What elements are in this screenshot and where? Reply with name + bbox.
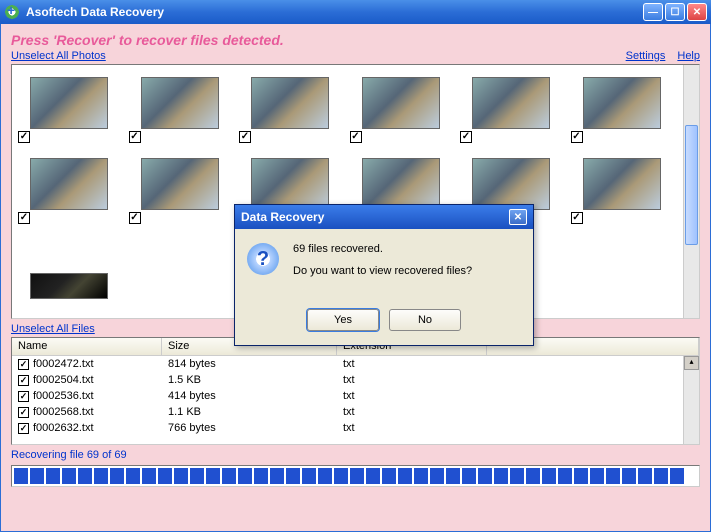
question-icon: ?: [247, 243, 279, 275]
file-checkbox[interactable]: [18, 359, 29, 370]
file-name: f0002472.txt: [33, 358, 94, 370]
file-size: 766 bytes: [162, 422, 337, 434]
unselect-all-photos-link[interactable]: Unselect All Photos: [11, 50, 106, 62]
file-ext: txt: [337, 390, 487, 402]
unselect-all-files-link[interactable]: Unselect All Files: [11, 323, 95, 335]
photo-checkbox[interactable]: [18, 131, 30, 143]
app-icon: [4, 4, 20, 20]
file-checkbox[interactable]: [18, 391, 29, 402]
app-title: Asoftech Data Recovery: [26, 5, 643, 19]
help-link[interactable]: Help: [677, 50, 700, 62]
dialog-titlebar: Data Recovery ✕: [235, 205, 533, 229]
file-row[interactable]: f0002504.txt 1.5 KB txt: [12, 372, 699, 388]
photo-thumbnail: [30, 158, 108, 210]
photo-thumbnail: [141, 77, 219, 129]
file-row[interactable]: f0002536.txt 414 bytes txt: [12, 388, 699, 404]
titlebar: Asoftech Data Recovery — ☐ ✕: [0, 0, 711, 24]
file-checkbox[interactable]: [18, 423, 29, 434]
file-ext: txt: [337, 374, 487, 386]
photo-item[interactable]: [460, 71, 567, 149]
window-controls: — ☐ ✕: [643, 3, 707, 21]
dialog-messages: 69 files recovered. Do you want to view …: [293, 243, 472, 287]
dialog-message-2: Do you want to view recovered files?: [293, 265, 472, 277]
close-button[interactable]: ✕: [687, 3, 707, 21]
photo-thumbnail: [30, 273, 108, 299]
file-checkbox[interactable]: [18, 407, 29, 418]
file-ext: txt: [337, 358, 487, 370]
file-size: 1.5 KB: [162, 374, 337, 386]
photo-item[interactable]: [129, 71, 236, 149]
photo-item[interactable]: [571, 71, 678, 149]
column-name[interactable]: Name: [12, 338, 162, 355]
progress-label: Recovering file 69 of 69: [11, 449, 700, 461]
file-name: f0002536.txt: [33, 390, 94, 402]
file-name: f0002568.txt: [33, 406, 94, 418]
files-body: f0002472.txt 814 bytes txt f0002504.txt …: [12, 356, 699, 444]
photo-thumbnail: [362, 77, 440, 129]
minimize-button[interactable]: —: [643, 3, 663, 21]
no-button[interactable]: No: [389, 309, 461, 331]
photo-scrollbar[interactable]: [683, 65, 699, 318]
file-row[interactable]: f0002632.txt 766 bytes txt: [12, 420, 699, 436]
photo-thumbnail: [251, 158, 329, 210]
photo-thumbnail: [583, 158, 661, 210]
photo-checkbox[interactable]: [129, 131, 141, 143]
file-checkbox[interactable]: [18, 375, 29, 386]
files-panel: Name Size Extension f0002472.txt 814 byt…: [11, 337, 700, 445]
photo-checkbox[interactable]: [18, 212, 30, 224]
file-row[interactable]: f0002472.txt 814 bytes txt: [12, 356, 699, 372]
photo-item[interactable]: [571, 153, 678, 231]
photo-thumbnail: [472, 77, 550, 129]
photo-item[interactable]: [18, 71, 125, 149]
settings-link[interactable]: Settings: [626, 50, 666, 62]
photo-checkbox[interactable]: [571, 212, 583, 224]
file-ext: txt: [337, 422, 487, 434]
top-links: Unselect All Photos Settings Help: [11, 50, 700, 62]
dialog-body: ? 69 files recovered. Do you want to vie…: [235, 229, 533, 301]
photo-thumbnail: [30, 77, 108, 129]
files-scrollbar[interactable]: ▴: [683, 356, 699, 444]
file-ext: txt: [337, 406, 487, 418]
photo-item[interactable]: [129, 153, 236, 231]
file-size: 414 bytes: [162, 390, 337, 402]
progress-bar: [11, 465, 700, 487]
photo-checkbox[interactable]: [460, 131, 472, 143]
photo-checkbox[interactable]: [571, 131, 583, 143]
file-name: f0002632.txt: [33, 422, 94, 434]
photo-checkbox[interactable]: [350, 131, 362, 143]
dialog-buttons: Yes No: [235, 301, 533, 345]
photo-thumbnail: [362, 158, 440, 210]
file-size: 1.1 KB: [162, 406, 337, 418]
photo-item[interactable]: [239, 71, 346, 149]
photo-thumbnail: [141, 158, 219, 210]
photo-item[interactable]: [18, 153, 125, 231]
yes-button[interactable]: Yes: [307, 309, 379, 331]
photo-checkbox[interactable]: [239, 131, 251, 143]
photo-thumbnail: [472, 158, 550, 210]
photo-checkbox[interactable]: [129, 212, 141, 224]
scrollbar-thumb[interactable]: [685, 125, 698, 245]
dialog-data-recovery: Data Recovery ✕ ? 69 files recovered. Do…: [234, 204, 534, 346]
scroll-up-icon[interactable]: ▴: [684, 356, 699, 370]
maximize-button[interactable]: ☐: [665, 3, 685, 21]
photo-thumbnail: [583, 77, 661, 129]
file-row[interactable]: f0002568.txt 1.1 KB txt: [12, 404, 699, 420]
instruction-text: Press 'Recover' to recover files detecte…: [11, 32, 700, 48]
photo-item[interactable]: [18, 234, 125, 312]
file-size: 814 bytes: [162, 358, 337, 370]
photo-item[interactable]: [350, 71, 457, 149]
photo-thumbnail: [251, 77, 329, 129]
file-name: f0002504.txt: [33, 374, 94, 386]
dialog-message-1: 69 files recovered.: [293, 243, 472, 255]
dialog-title-text: Data Recovery: [241, 210, 509, 224]
dialog-close-button[interactable]: ✕: [509, 209, 527, 225]
